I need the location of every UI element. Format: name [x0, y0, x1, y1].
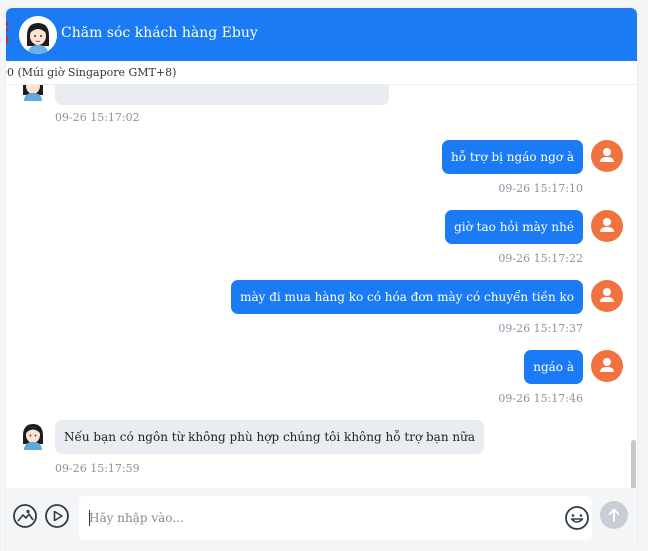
emoji-icon[interactable] [564, 505, 590, 531]
online-status-badge: ON [6, 10, 24, 58]
agent-message-bubble [55, 85, 389, 105]
message-list[interactable]: 09-26 15:17:02 hỗ trợ bị ngáo ngơ à 09-2… [6, 85, 637, 488]
agent-message-bubble: Nếu bạn có ngôn từ không phù hợp chúng t… [55, 420, 484, 454]
agent-avatar-icon [18, 420, 48, 450]
message-timestamp: 09-26 15:17:22 [498, 252, 583, 265]
chat-scrollbar[interactable] [631, 440, 636, 488]
send-arrow-icon [608, 508, 620, 522]
message-timestamp: 09-26 15:17:37 [498, 322, 583, 335]
chat-window: ON Chăm sóc khách hàng Ebuy 00 (Múi giờ … [6, 8, 637, 551]
user-avatar-icon [591, 210, 623, 242]
send-button[interactable] [600, 501, 628, 529]
user-avatar-icon [591, 350, 623, 382]
user-avatar-icon [591, 140, 623, 172]
user-message-bubble: giờ tao hỏi mày nhé [445, 210, 583, 244]
image-icon[interactable] [12, 503, 38, 529]
timezone-text: 00 (Múi giờ Singapore GMT+8) [6, 66, 177, 79]
chat-title: Chăm sóc khách hàng Ebuy [61, 25, 258, 41]
message-timestamp: 09-26 15:17:10 [498, 182, 583, 195]
message-timestamp: 09-26 15:17:02 [55, 111, 140, 124]
online-status-text: ON [6, 19, 13, 47]
user-message-bubble: hỗ trợ bị ngáo ngơ à [441, 140, 583, 174]
message-composer [6, 488, 637, 551]
message-input[interactable] [89, 509, 549, 527]
message-timestamp: 09-26 15:17:59 [55, 462, 140, 475]
user-avatar-icon [591, 280, 623, 312]
agent-avatar-icon [18, 85, 48, 101]
message-input-wrapper [79, 496, 592, 540]
timezone-notice: 00 (Múi giờ Singapore GMT+8) [6, 61, 637, 85]
agent-avatar-icon [19, 16, 57, 54]
chat-header: ON Chăm sóc khách hàng Ebuy [6, 8, 637, 61]
user-message-bubble: ngáo à [524, 350, 583, 384]
message-timestamp: 09-26 15:17:46 [498, 392, 583, 405]
video-play-icon[interactable] [44, 503, 70, 529]
user-message-bubble: mày đi mua hàng ko có hóa đơn mày có chu… [231, 280, 583, 314]
